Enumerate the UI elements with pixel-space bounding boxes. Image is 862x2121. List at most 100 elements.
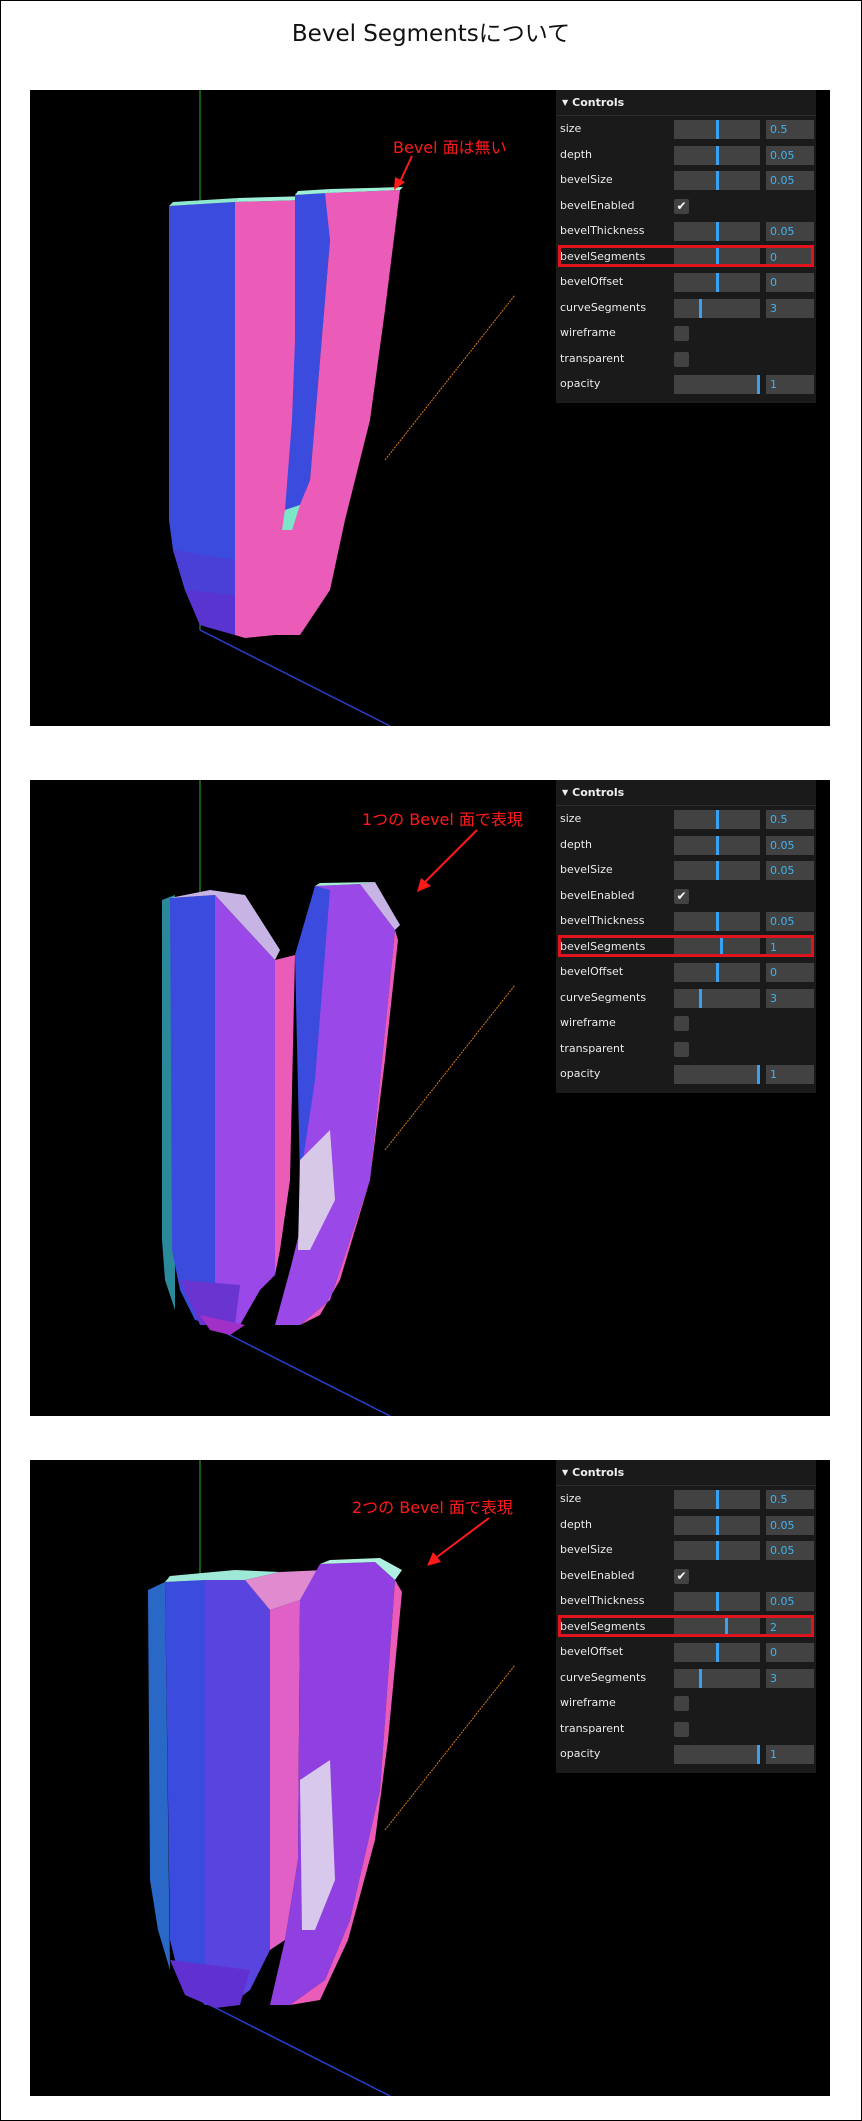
transparent-checkbox[interactable] [674, 1041, 689, 1057]
control-row-bevelThickness: bevelThickness 0.05 [556, 218, 816, 244]
slider-handle[interactable] [716, 1541, 719, 1560]
bevelThickness-value-input[interactable]: 0.05 [766, 912, 814, 931]
wireframe-checkbox[interactable] [674, 326, 689, 341]
controls-header[interactable]: ▼ Controls [556, 90, 816, 116]
bevelThickness-value-input[interactable]: 0.05 [766, 1592, 814, 1611]
opacity-slider[interactable] [674, 1065, 760, 1084]
bevelOffset-slider[interactable] [674, 1643, 760, 1662]
bevelOffset-slider[interactable] [674, 273, 760, 292]
control-label: wireframe [560, 1696, 616, 1709]
slider-handle[interactable] [757, 1065, 760, 1084]
wireframe-checkbox[interactable] [674, 1016, 689, 1031]
control-label: curveSegments [560, 300, 647, 314]
bevelEnabled-checkbox[interactable]: ✔ [674, 888, 689, 904]
triangle-down-icon: ▼ [562, 788, 569, 797]
controls-panel[interactable]: ▼ Controls size 0.5 depth 0.05 bevelSize 0.05 b… [556, 780, 816, 1093]
opacity-value-input[interactable]: 1 [766, 1065, 814, 1084]
depth-value-input[interactable]: 0.05 [766, 835, 814, 855]
control-label: opacity [560, 1067, 601, 1080]
controls-title: Controls [572, 96, 625, 109]
bevelSize-value-input[interactable]: 0.05 [766, 171, 814, 190]
slider-handle[interactable] [716, 912, 719, 931]
depth-slider[interactable] [674, 1515, 760, 1535]
slider-handle[interactable] [716, 1515, 719, 1535]
controls-panel[interactable]: ▼ Controls size 0.5 depth 0.05 bevelSize 0.05 b… [556, 90, 816, 403]
highlight-box [558, 1614, 814, 1637]
size-value-input[interactable]: 0.5 [766, 810, 814, 829]
size-value-input[interactable]: 0.5 [766, 1490, 814, 1509]
depth-value-input[interactable]: 0.05 [766, 1515, 814, 1535]
control-row-transparent: transparent [556, 1036, 816, 1062]
slider-handle[interactable] [757, 1745, 760, 1764]
bevelThickness-value-input[interactable]: 0.05 [766, 222, 814, 241]
viewport-panel-2[interactable]: 1つの Bevel 面で表現 ▼ Controls size 0.5 depth 0.0… [30, 780, 830, 1416]
slider-handle[interactable] [716, 171, 719, 190]
size-slider[interactable] [674, 810, 760, 829]
curveSegments-slider[interactable] [674, 298, 760, 318]
bevelOffset-value-input[interactable]: 0 [766, 963, 814, 982]
slider-handle[interactable] [716, 1490, 719, 1509]
opacity-slider[interactable] [674, 375, 760, 394]
bevelSize-slider[interactable] [674, 171, 760, 190]
bevelEnabled-checkbox[interactable]: ✔ [674, 198, 689, 214]
bevelOffset-value-input[interactable]: 0 [766, 273, 814, 292]
control-row-curveSegments: curveSegments 3 [556, 1665, 816, 1691]
bevelOffset-value-input[interactable]: 0 [766, 1643, 814, 1662]
slider-handle[interactable] [699, 988, 702, 1008]
curveSegments-slider[interactable] [674, 988, 760, 1008]
control-label: size [560, 122, 582, 135]
opacity-value-input[interactable]: 1 [766, 375, 814, 394]
controls-panel[interactable]: ▼ Controls size 0.5 depth 0.05 bevelSize 0.05 b… [556, 1460, 816, 1773]
control-row-wireframe: wireframe [556, 320, 816, 346]
slider-handle[interactable] [716, 222, 719, 241]
control-row-bevelOffset: bevelOffset 0 [556, 959, 816, 985]
slider-handle[interactable] [716, 145, 719, 165]
size-slider[interactable] [674, 120, 760, 139]
control-label: curveSegments [560, 990, 647, 1004]
bevelEnabled-checkbox[interactable]: ✔ [674, 1568, 689, 1584]
bevelThickness-slider[interactable] [674, 222, 760, 241]
slider-handle[interactable] [716, 120, 719, 139]
slider-handle[interactable] [716, 963, 719, 982]
size-value-input[interactable]: 0.5 [766, 120, 814, 139]
controls-header[interactable]: ▼ Controls [556, 1460, 816, 1486]
slider-handle[interactable] [757, 375, 760, 394]
viewport-panel-3[interactable]: 2つの Bevel 面で表現 ▼ Controls size 0.5 depth 0.0… [30, 1460, 830, 2096]
wireframe-checkbox[interactable] [674, 1696, 689, 1711]
controls-header[interactable]: ▼ Controls [556, 780, 816, 806]
control-label: curveSegments [560, 1670, 647, 1684]
transparent-checkbox[interactable] [674, 1721, 689, 1737]
viewport-panel-1[interactable]: Bevel 面は無い ▼ Controls size 0.5 depth 0.05 bev… [30, 90, 830, 726]
bevelSize-slider[interactable] [674, 861, 760, 880]
slider-handle[interactable] [716, 273, 719, 292]
opacity-slider[interactable] [674, 1745, 760, 1764]
depth-slider[interactable] [674, 835, 760, 855]
bevelOffset-slider[interactable] [674, 963, 760, 982]
slider-handle[interactable] [699, 298, 702, 318]
bevelThickness-slider[interactable] [674, 912, 760, 931]
curveSegments-value-input[interactable]: 3 [766, 298, 814, 318]
bevelThickness-slider[interactable] [674, 1592, 760, 1611]
curveSegments-value-input[interactable]: 3 [766, 988, 814, 1008]
slider-handle[interactable] [716, 1592, 719, 1611]
transparent-checkbox[interactable] [674, 351, 689, 367]
control-row-bevelSize: bevelSize 0.05 [556, 167, 816, 193]
bevelSize-value-input[interactable]: 0.05 [766, 861, 814, 880]
slider-handle[interactable] [699, 1668, 702, 1688]
depth-value-input[interactable]: 0.05 [766, 145, 814, 165]
curveSegments-slider[interactable] [674, 1668, 760, 1688]
bevelSize-slider[interactable] [674, 1541, 760, 1560]
slider-handle[interactable] [716, 1643, 719, 1662]
slider-handle[interactable] [716, 810, 719, 829]
depth-slider[interactable] [674, 145, 760, 165]
control-label: bevelOffset [560, 275, 624, 288]
slider-handle[interactable] [716, 835, 719, 855]
size-slider[interactable] [674, 1490, 760, 1509]
bevelSize-value-input[interactable]: 0.05 [766, 1541, 814, 1560]
red-arrow-icon [427, 1517, 490, 1566]
slider-handle[interactable] [716, 861, 719, 880]
control-row-bevelEnabled: bevelEnabled ✔ [556, 883, 816, 909]
curveSegments-value-input[interactable]: 3 [766, 1668, 814, 1688]
opacity-value-input[interactable]: 1 [766, 1745, 814, 1764]
control-label: bevelThickness [560, 1594, 645, 1607]
